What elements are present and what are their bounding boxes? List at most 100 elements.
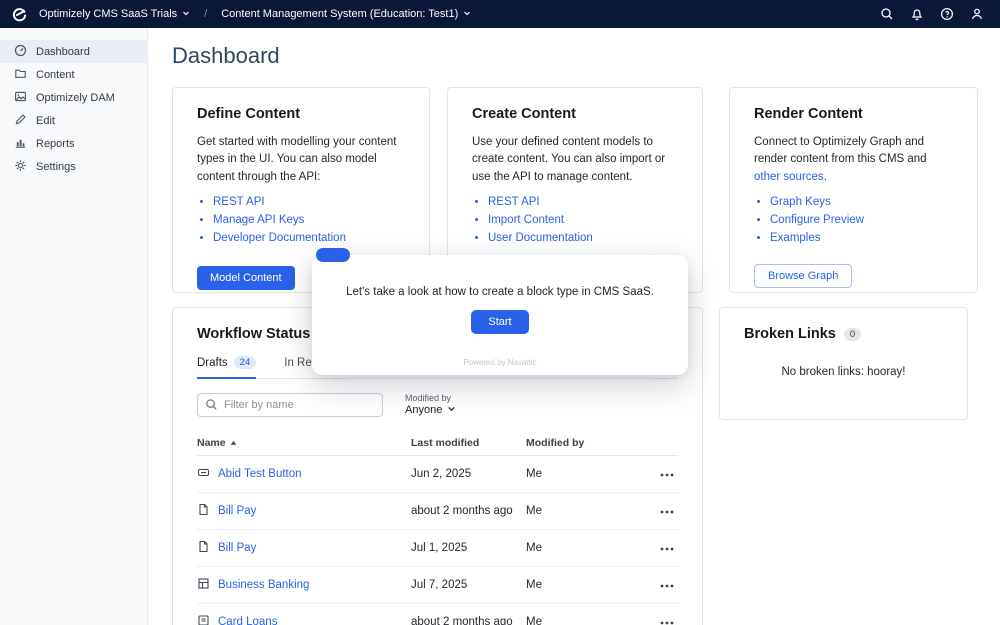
broken-links-card: Broken Links 0 No broken links: hooray! [719,307,968,420]
card-body: Use your defined content models to creat… [472,134,678,186]
import-content-link[interactable]: Import Content [488,214,564,226]
list-item: Graph Keys [770,196,953,208]
tour-message: Let's take a look at how to create a blo… [312,286,688,298]
chevron-down-icon [463,8,471,20]
sidebar: Dashboard Content Optimizely DAM Edit Re… [0,28,148,625]
breadcrumb-separator: / [204,8,207,20]
tab-label: Drafts [197,357,228,369]
org-name: Optimizely CMS SaaS Trials [39,8,177,20]
modified-by-value: Anyone [405,404,442,416]
list-item: User Documentation [488,232,678,244]
manage-api-keys-link[interactable]: Manage API Keys [213,214,304,226]
search-icon [205,398,218,416]
modified-by-cell: Me [526,493,626,530]
page-icon [197,503,210,519]
sidebar-item-content[interactable]: Content [0,63,147,86]
sidebar-item-reports[interactable]: Reports [0,132,147,155]
help-icon[interactable] [940,7,954,21]
content-folder-icon [14,67,27,83]
user-documentation-link[interactable]: User Documentation [488,232,593,244]
last-modified-cell: about 2 months ago [411,493,526,530]
user-account-icon[interactable] [970,7,984,21]
block-icon [197,614,210,625]
sidebar-item-label: Dashboard [36,46,90,58]
bar-chart-icon [14,136,27,152]
last-modified-header: Last modified [411,431,526,456]
last-modified-cell: Jul 1, 2025 [411,530,526,567]
modified-by-cell: Me [526,530,626,567]
examples-link[interactable]: Examples [770,232,821,244]
dashboard-gauge-icon [14,44,27,60]
drafts-count-badge: 24 [234,356,257,369]
browse-graph-button[interactable]: Browse Graph [754,264,852,288]
other-sources-link[interactable]: other sources [754,171,824,183]
sidebar-item-dashboard[interactable]: Dashboard [0,40,147,63]
sidebar-item-label: Settings [36,161,76,173]
filter-box [197,393,383,417]
render-content-card: Render Content Connect to Optimizely Gra… [729,87,978,293]
modified-by-cell: Me [526,604,626,625]
sidebar-item-label: Content [36,69,75,81]
graph-keys-link[interactable]: Graph Keys [770,196,831,208]
last-modified-cell: Jul 7, 2025 [411,567,526,604]
content-item-link[interactable]: Business Banking [218,579,309,591]
sidebar-item-edit[interactable]: Edit [0,109,147,132]
configure-preview-link[interactable]: Configure Preview [770,214,864,226]
list-item: Configure Preview [770,214,953,226]
org-switcher[interactable]: Optimizely CMS SaaS Trials [39,8,190,20]
list-item: Import Content [488,214,678,226]
project-name: Content Management System (Education: Te… [221,8,458,20]
modified-by-header: Modified by [526,431,626,456]
modified-by-label: Modified by [405,393,456,403]
list-item: REST API [213,196,405,208]
pencil-icon [14,113,27,129]
content-item-link[interactable]: Bill Pay [218,505,256,517]
powered-by-navattic-label: Powered by Navattic [312,358,688,367]
rest-api-link[interactable]: REST API [488,196,540,208]
card-title: Create Content [472,106,678,122]
sort-by-name-header[interactable]: Name [197,437,237,449]
image-icon [14,90,27,106]
tour-highlight-pill [316,248,350,262]
last-modified-cell: about 2 months ago [411,604,526,625]
filter-by-name-input[interactable] [197,393,383,417]
modified-by-cell: Me [526,456,626,493]
content-item-link[interactable]: Card Loans [218,616,277,625]
rest-api-link[interactable]: REST API [213,196,265,208]
card-title: Define Content [197,106,405,122]
row-actions-menu-icon[interactable] [656,508,678,516]
project-switcher[interactable]: Content Management System (Education: Te… [221,8,471,20]
list-item: Examples [770,232,953,244]
page-icon [197,540,210,556]
broken-links-message: No broken links: hooray! [744,366,943,378]
row-actions-menu-icon[interactable] [656,545,678,553]
tab-drafts[interactable]: Drafts 24 [197,356,256,379]
table-row: Bill Pay about 2 months ago Me [197,493,678,530]
modified-by-cell: Me [526,567,626,604]
notifications-bell-icon[interactable] [910,7,924,21]
search-icon[interactable] [880,7,894,21]
developer-documentation-link[interactable]: Developer Documentation [213,232,346,244]
row-actions-menu-icon[interactable] [656,619,678,625]
table-block-icon [197,577,210,593]
list-item: Manage API Keys [213,214,405,226]
card-link-list: REST API Manage API Keys Developer Docum… [213,196,405,244]
model-content-button[interactable]: Model Content [197,266,295,290]
list-item: Developer Documentation [213,232,405,244]
list-item: REST API [488,196,678,208]
optimizely-logo-icon [12,7,27,22]
page-title: Dashboard [172,43,280,69]
row-actions-menu-icon[interactable] [656,471,678,479]
workflow-filter-row: Modified by Anyone [197,393,678,417]
content-item-link[interactable]: Bill Pay [218,542,256,554]
card-title: Render Content [754,106,953,122]
tour-popup: Let's take a look at how to create a blo… [312,255,688,375]
modified-by-dropdown[interactable]: Anyone [405,404,456,416]
sort-asc-icon [230,437,237,449]
content-item-link[interactable]: Abid Test Button [218,468,302,480]
sidebar-item-optimizely-dam[interactable]: Optimizely DAM [0,86,147,109]
card-title: Broken Links [744,326,836,342]
row-actions-menu-icon[interactable] [656,582,678,590]
tour-start-button[interactable]: Start [471,310,528,334]
sidebar-item-settings[interactable]: Settings [0,155,147,178]
